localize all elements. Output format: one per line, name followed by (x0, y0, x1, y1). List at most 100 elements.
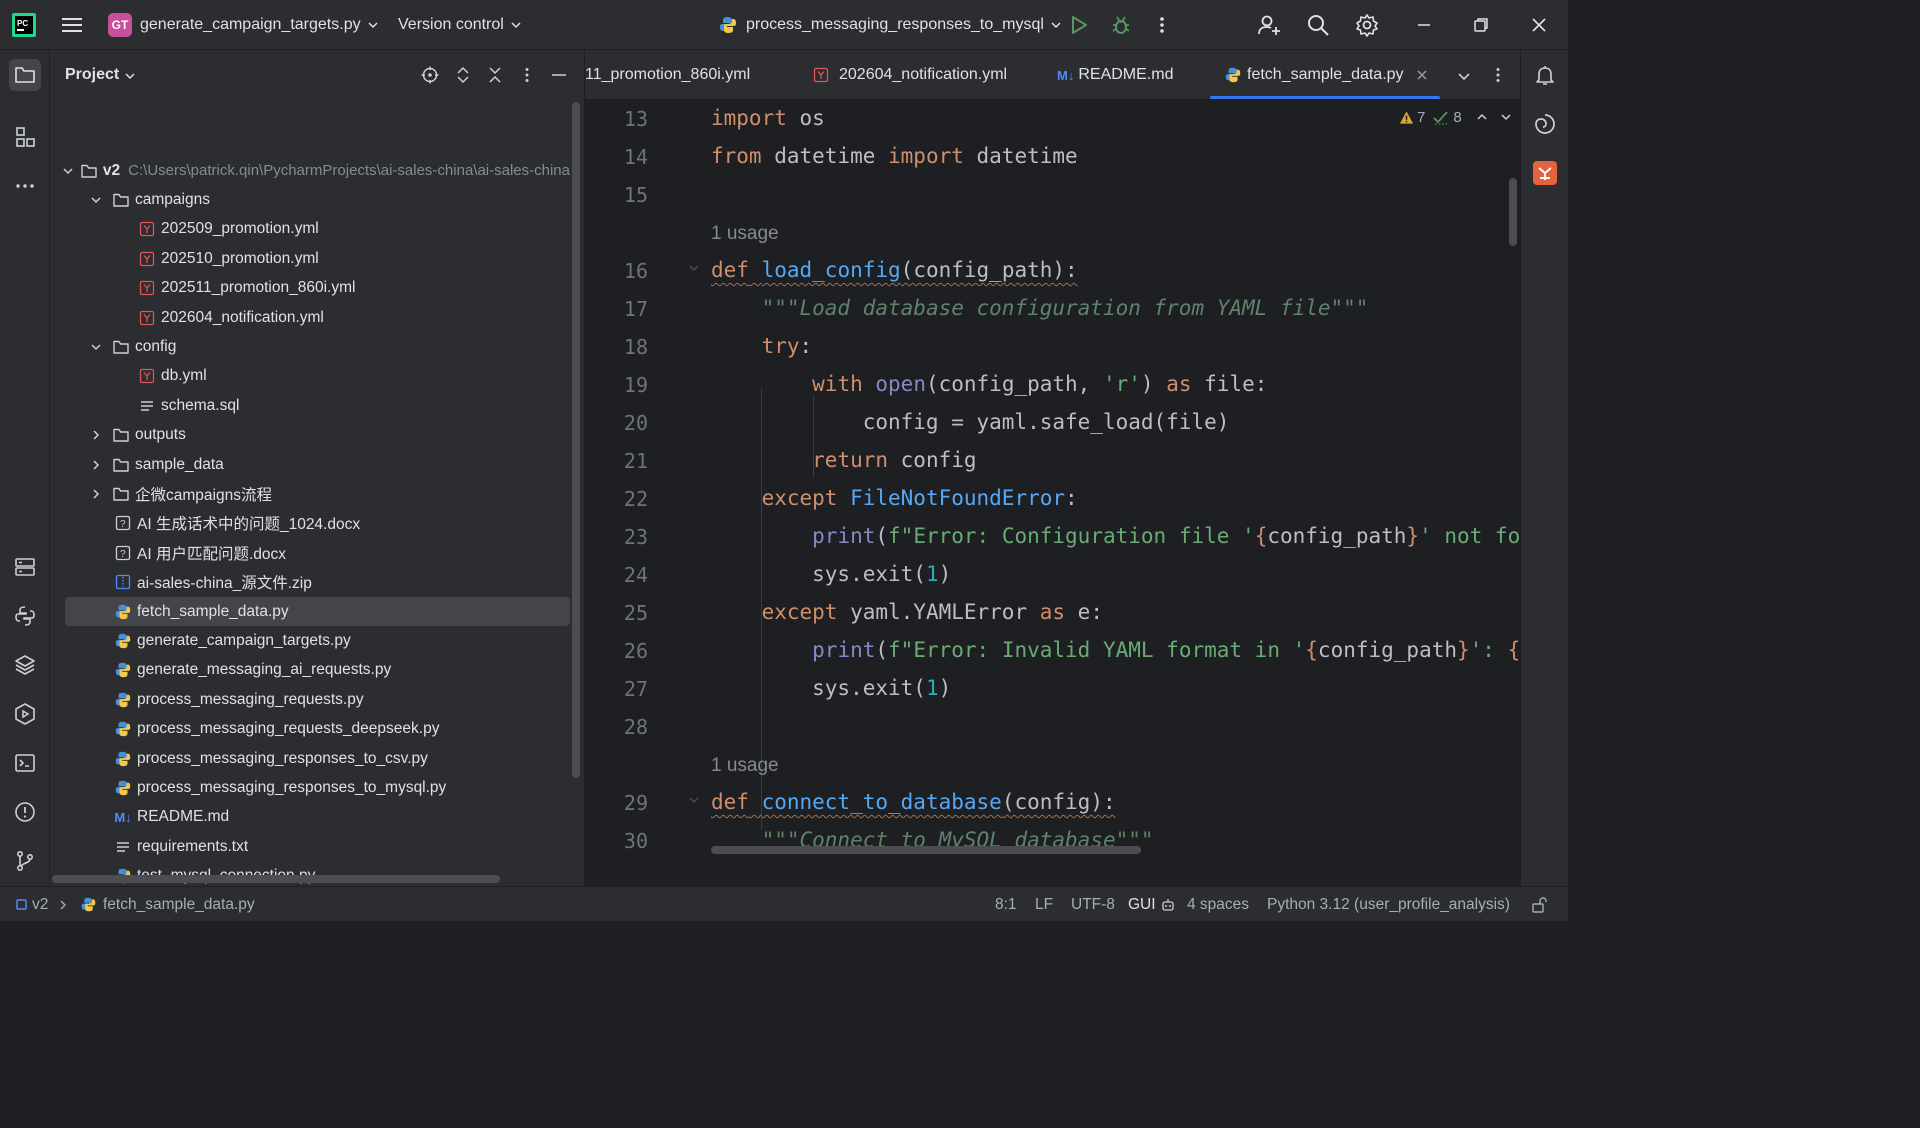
line-number[interactable]: 23 (585, 525, 648, 549)
debug-button[interactable] (1110, 0, 1132, 50)
database-tool-button[interactable] (9, 551, 41, 583)
problems-tool-button[interactable] (9, 796, 41, 828)
usage-hint[interactable]: 1 usage (711, 223, 779, 245)
tree-horizontal-scrollbar[interactable] (52, 875, 500, 883)
line-number[interactable]: 27 (585, 677, 648, 701)
line-number[interactable]: 16 (585, 259, 648, 283)
restore-button[interactable] (1471, 0, 1491, 50)
tree-file[interactable]: process_messaging_requests_deepseek.py (50, 715, 570, 744)
python-interpreter[interactable]: Python 3.12 (user_profile_analysis) (1267, 887, 1510, 922)
close-window-button[interactable] (1529, 0, 1549, 50)
tree-file[interactable]: db.yml (50, 362, 570, 391)
caret-position[interactable]: 8:1 (995, 887, 1017, 922)
tree-file[interactable]: ? AI 用户匹配问题.docx (50, 538, 570, 567)
more-tools-button[interactable] (9, 170, 41, 202)
python-packages-button[interactable] (9, 649, 41, 681)
tree-folder[interactable]: outputs (50, 421, 570, 450)
tree-folder[interactable]: campaigns (50, 185, 570, 214)
collapse-all-icon[interactable] (486, 66, 504, 84)
tree-vertical-scrollbar[interactable] (572, 102, 580, 778)
tab-fetch-sample-data[interactable]: fetch_sample_data.py (1210, 50, 1440, 99)
line-number[interactable]: 19 (585, 373, 648, 397)
git-tool-button[interactable] (9, 845, 41, 877)
editor-vertical-scrollbar[interactable] (1509, 178, 1517, 246)
tab-202604-notification[interactable]: 202604_notification.yml (812, 50, 1007, 99)
tree-root-v2[interactable]: v2 C:\Users\patrick.qin\PycharmProjects\… (50, 156, 570, 185)
pycharm-logo-icon[interactable]: PC (12, 0, 36, 50)
code-editor[interactable]: 13 14 15 16 17 18 19 20 21 22 23 24 25 26 27 28 29 30 imp… (585, 100, 1520, 856)
tree-file[interactable]: 202510_promotion.yml (50, 244, 570, 273)
breadcrumb-file[interactable]: fetch_sample_data.py (80, 887, 255, 922)
file-lock-button[interactable] (1531, 887, 1547, 922)
more-vertical-icon[interactable] (518, 66, 536, 84)
hide-panel-icon[interactable] (550, 66, 568, 84)
line-number[interactable]: 17 (585, 297, 648, 321)
line-number[interactable]: 26 (585, 639, 648, 663)
line-number[interactable]: 29 (585, 791, 648, 815)
plugin-button[interactable] (1529, 157, 1561, 189)
chevron-up-icon[interactable] (1476, 111, 1488, 123)
usage-hint[interactable]: 1 usage (711, 755, 779, 777)
close-tab-icon[interactable] (1416, 69, 1428, 81)
line-number[interactable]: 24 (585, 563, 648, 587)
tree-file[interactable]: 202604_notification.yml (50, 303, 570, 332)
line-number[interactable]: 25 (585, 601, 648, 625)
run-button[interactable] (1068, 0, 1090, 50)
more-actions-button[interactable] (1152, 0, 1172, 50)
expand-all-icon[interactable] (454, 66, 472, 84)
tree-file[interactable]: ai-sales-china_源文件.zip (50, 568, 570, 597)
vcs-menu[interactable]: Version control (398, 0, 522, 50)
run-config-selector[interactable]: process_messaging_responses_to_mysql (718, 0, 1062, 50)
tree-file[interactable]: generate_campaign_targets.py (50, 626, 570, 655)
tab-readme[interactable]: M↓ README.md (1057, 50, 1173, 99)
tree-file[interactable]: schema.sql (50, 391, 570, 420)
tab-11-promotion[interactable]: 11_promotion_860i.yml (585, 50, 750, 99)
tree-file[interactable]: fetch_sample_data.py (65, 597, 570, 626)
chevron-right-icon[interactable] (88, 486, 104, 502)
tree-folder[interactable]: sample_data (50, 450, 570, 479)
chevron-down-icon[interactable] (1500, 111, 1512, 123)
services-tool-button[interactable] (9, 698, 41, 730)
ai-assistant-button[interactable] (1529, 108, 1561, 140)
tree-file[interactable]: M↓ README.md (50, 803, 570, 832)
tree-file[interactable]: process_messaging_responses_to_mysql.py (50, 773, 570, 802)
line-number[interactable]: 30 (585, 829, 648, 853)
gui-indicator[interactable]: GUI (1128, 887, 1176, 922)
more-vertical-icon[interactable] (1489, 66, 1507, 84)
add-user-button[interactable] (1257, 0, 1281, 50)
line-number[interactable]: 21 (585, 449, 648, 473)
line-number[interactable]: 18 (585, 335, 648, 359)
chevron-down-icon[interactable] (124, 70, 136, 82)
chevron-down-icon[interactable] (88, 192, 104, 208)
tree-folder[interactable]: 企微campaigns流程 (50, 479, 570, 508)
fold-arrow-icon[interactable] (688, 794, 700, 806)
indent-setting[interactable]: 4 spaces (1187, 887, 1249, 922)
python-console-button[interactable] (9, 600, 41, 632)
chevron-down-icon[interactable] (88, 339, 104, 355)
minimize-button[interactable] (1414, 0, 1434, 50)
chevron-right-icon[interactable] (88, 457, 104, 473)
tree-file[interactable]: generate_messaging_ai_requests.py (50, 656, 570, 685)
breadcrumb-root[interactable]: v2 (16, 887, 48, 922)
tree-file[interactable]: requirements.txt (50, 832, 570, 861)
settings-button[interactable] (1355, 0, 1379, 50)
notifications-button[interactable] (1529, 59, 1561, 91)
line-number[interactable]: 13 (585, 107, 648, 131)
line-number[interactable]: 28 (585, 715, 648, 739)
chevron-right-icon[interactable] (88, 427, 104, 443)
main-menu-button[interactable] (60, 0, 84, 50)
locate-icon[interactable] (421, 66, 439, 84)
line-ending[interactable]: LF (1035, 887, 1053, 922)
project-panel-title[interactable]: Project (65, 66, 119, 84)
fold-arrow-icon[interactable] (688, 262, 700, 274)
editor-horizontal-scrollbar[interactable] (711, 846, 1141, 854)
line-number[interactable]: 22 (585, 487, 648, 511)
tabs-dropdown-icon[interactable] (1457, 69, 1471, 83)
line-number[interactable]: 14 (585, 145, 648, 169)
file-encoding[interactable]: UTF-8 (1071, 887, 1115, 922)
tree-file[interactable]: process_messaging_responses_to_csv.py (50, 744, 570, 773)
tree-file[interactable]: 202509_promotion.yml (50, 215, 570, 244)
project-tool-button[interactable] (9, 59, 41, 91)
terminal-tool-button[interactable] (9, 747, 41, 779)
inspection-widget[interactable]: 7 8 (1395, 106, 1512, 128)
